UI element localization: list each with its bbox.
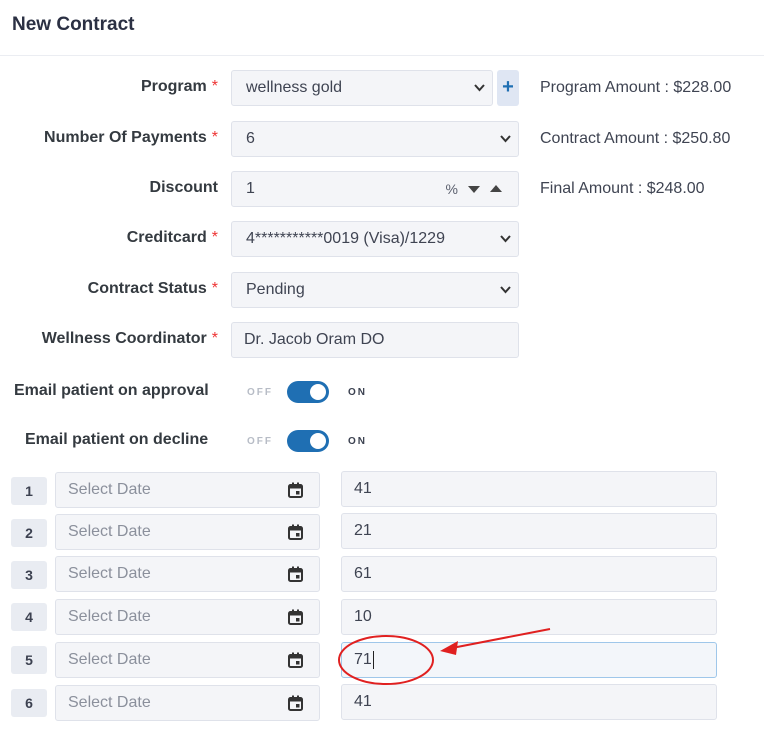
- calendar-icon[interactable]: [288, 609, 303, 625]
- add-program-button[interactable]: +: [497, 70, 519, 106]
- discount-label: Discount: [149, 179, 218, 196]
- page-header: New Contract: [0, 0, 764, 56]
- creditcard-select[interactable]: 4***********0019 (Visa)/1229: [231, 221, 519, 257]
- spin-up-icon[interactable]: [490, 185, 502, 192]
- date-input[interactable]: Select Date: [55, 642, 320, 678]
- program-value: wellness gold: [246, 79, 343, 96]
- date-placeholder: Select Date: [68, 608, 151, 625]
- date-placeholder: Select Date: [68, 694, 151, 711]
- contract-amount: Contract Amount : $250.80: [540, 130, 731, 147]
- date-input[interactable]: Select Date: [55, 599, 320, 635]
- row-number: 3: [11, 561, 47, 589]
- row-number: 4: [11, 603, 47, 631]
- required-mark: *: [211, 330, 218, 347]
- required-mark: *: [211, 78, 218, 95]
- date-input[interactable]: Select Date: [55, 685, 320, 721]
- status-label: Contract Status *: [87, 280, 218, 297]
- percent-unit: %: [445, 181, 458, 197]
- amount-value: 21: [354, 522, 372, 539]
- program-label: Program *: [140, 78, 218, 95]
- date-placeholder: Select Date: [68, 565, 151, 582]
- approval-toggle-label: Email patient on approval: [14, 382, 209, 399]
- approval-toggle[interactable]: [287, 381, 329, 403]
- row-number: 2: [11, 519, 47, 547]
- amount-value: 41: [354, 693, 372, 710]
- text-caret: [372, 650, 374, 669]
- payments-label: Number Of Payments *: [44, 129, 218, 146]
- discount-input[interactable]: 1 %: [231, 171, 519, 207]
- decline-on-text: ON: [348, 436, 367, 447]
- amount-input[interactable]: 41: [341, 684, 717, 720]
- spin-down-icon[interactable]: [468, 186, 480, 193]
- approval-off-text: OFF: [247, 387, 273, 398]
- creditcard-value: 4***********0019 (Visa)/1229: [246, 230, 445, 247]
- payments-select[interactable]: 6: [231, 121, 519, 157]
- status-value: Pending: [246, 281, 305, 298]
- required-mark: *: [211, 129, 218, 146]
- amount-value: 41: [354, 480, 372, 497]
- amount-input[interactable]: 10: [341, 599, 717, 635]
- calendar-icon[interactable]: [288, 482, 303, 498]
- row-number: 6: [11, 689, 47, 717]
- page-title: New Contract: [12, 14, 135, 35]
- required-mark: *: [211, 280, 218, 297]
- chevron-down-icon: [498, 222, 512, 256]
- coordinator-label: Wellness Coordinator *: [41, 330, 218, 347]
- calendar-icon[interactable]: [288, 695, 303, 711]
- amount-input[interactable]: 41: [341, 471, 717, 507]
- decline-off-text: OFF: [247, 436, 273, 447]
- decline-toggle-label: Email patient on decline: [25, 431, 209, 448]
- creditcard-label: Creditcard *: [126, 229, 218, 246]
- amount-value: 61: [354, 565, 372, 582]
- approval-on-text: ON: [348, 387, 367, 398]
- date-placeholder: Select Date: [68, 651, 151, 668]
- chevron-down-icon: [498, 273, 512, 307]
- discount-value: 1: [246, 180, 255, 197]
- row-number: 5: [11, 646, 47, 674]
- toggle-knob: [310, 433, 326, 449]
- plus-icon: +: [502, 76, 514, 98]
- program-select[interactable]: wellness gold: [231, 70, 493, 106]
- calendar-icon[interactable]: [288, 566, 303, 582]
- amount-input[interactable]: 21: [341, 513, 717, 549]
- date-placeholder: Select Date: [68, 523, 151, 540]
- amount-value: 71: [354, 651, 372, 668]
- amount-input-active[interactable]: 71: [341, 642, 717, 678]
- date-input[interactable]: Select Date: [55, 514, 320, 550]
- coordinator-input[interactable]: Dr. Jacob Oram DO: [231, 322, 519, 358]
- amount-input[interactable]: 61: [341, 556, 717, 592]
- program-amount: Program Amount : $228.00: [540, 79, 732, 96]
- final-amount: Final Amount : $248.00: [540, 180, 705, 197]
- calendar-icon[interactable]: [288, 652, 303, 668]
- chevron-down-icon: [472, 71, 486, 105]
- amount-value: 10: [354, 608, 372, 625]
- status-select[interactable]: Pending: [231, 272, 519, 308]
- calendar-icon[interactable]: [288, 524, 303, 540]
- chevron-down-icon: [498, 122, 512, 156]
- row-number: 1: [11, 477, 47, 505]
- toggle-knob: [310, 384, 326, 400]
- payments-value: 6: [246, 130, 255, 147]
- required-mark: *: [211, 229, 218, 246]
- decline-toggle[interactable]: [287, 430, 329, 452]
- coordinator-value: Dr. Jacob Oram DO: [244, 331, 385, 348]
- date-input[interactable]: Select Date: [55, 556, 320, 592]
- date-input[interactable]: Select Date: [55, 472, 320, 508]
- date-placeholder: Select Date: [68, 481, 151, 498]
